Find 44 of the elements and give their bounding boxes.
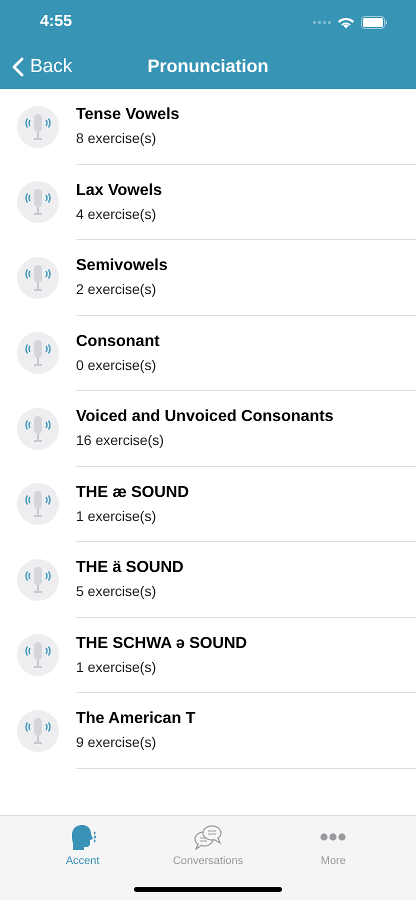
wifi-icon xyxy=(337,16,355,28)
microphone-icon xyxy=(17,332,59,374)
list-item[interactable]: Voiced and Unvoiced Consonants 16 exercise(s) xyxy=(0,391,416,466)
microphone-icon xyxy=(17,634,59,676)
list-item[interactable]: The American T 9 exercise(s) xyxy=(0,693,416,768)
microphone-icon xyxy=(17,558,59,601)
microphone-icon xyxy=(17,106,59,148)
exercise-count: 0 exercise(s) xyxy=(76,356,158,373)
list-item[interactable]: Consonant 0 exercise(s) xyxy=(0,316,416,391)
item-title: Consonant xyxy=(76,332,161,351)
status-time: 4:55 xyxy=(40,13,72,31)
exercise-count: 8 exercise(s) xyxy=(76,130,158,146)
microphone-icon xyxy=(17,483,59,526)
chevron-left-icon xyxy=(12,56,24,76)
item-title: THE SCHWA ə SOUND xyxy=(76,634,248,653)
exercise-count: 5 exercise(s) xyxy=(76,583,158,600)
item-title: Lax Vowels xyxy=(76,182,163,200)
exercise-count: 1 exercise(s) xyxy=(76,508,158,524)
item-title: THE ä SOUND xyxy=(76,559,185,578)
item-title: THE æ SOUND xyxy=(76,484,190,502)
item-title: Tense Vowels xyxy=(76,106,180,124)
battery-icon xyxy=(361,16,388,28)
list-item[interactable]: THE SCHWA ə SOUND 1 exercise(s) xyxy=(0,618,416,693)
microphone-icon xyxy=(17,181,59,224)
item-title: Voiced and Unvoiced Consonants xyxy=(76,408,335,426)
microphone-icon xyxy=(17,408,59,450)
exercise-count: 2 exercise(s) xyxy=(76,281,158,298)
list-item[interactable]: THE ä SOUND 5 exercise(s) xyxy=(0,542,416,618)
exercise-count: 4 exercise(s) xyxy=(76,206,158,222)
more-icon xyxy=(320,833,346,841)
item-title: The American T xyxy=(76,710,196,728)
exercise-count: 1 exercise(s) xyxy=(76,658,158,675)
exercise-count: 16 exercise(s) xyxy=(76,432,165,448)
chat-bubbles-icon xyxy=(192,824,223,850)
microphone-icon xyxy=(17,710,59,752)
list-item[interactable]: Lax Vowels 4 exercise(s) xyxy=(0,164,416,240)
list-item[interactable]: Tense Vowels 8 exercise(s) xyxy=(0,89,416,164)
item-title: Semivowels xyxy=(76,257,169,276)
screen-title: Pronunciation xyxy=(148,56,268,77)
microphone-icon xyxy=(17,256,59,299)
list-item[interactable]: Semivowels 2 exercise(s) xyxy=(0,240,416,316)
exercise-count: 9 exercise(s) xyxy=(76,734,158,750)
signal-icon xyxy=(313,20,331,24)
list-item[interactable]: THE æ SOUND 1 exercise(s) xyxy=(0,466,416,542)
